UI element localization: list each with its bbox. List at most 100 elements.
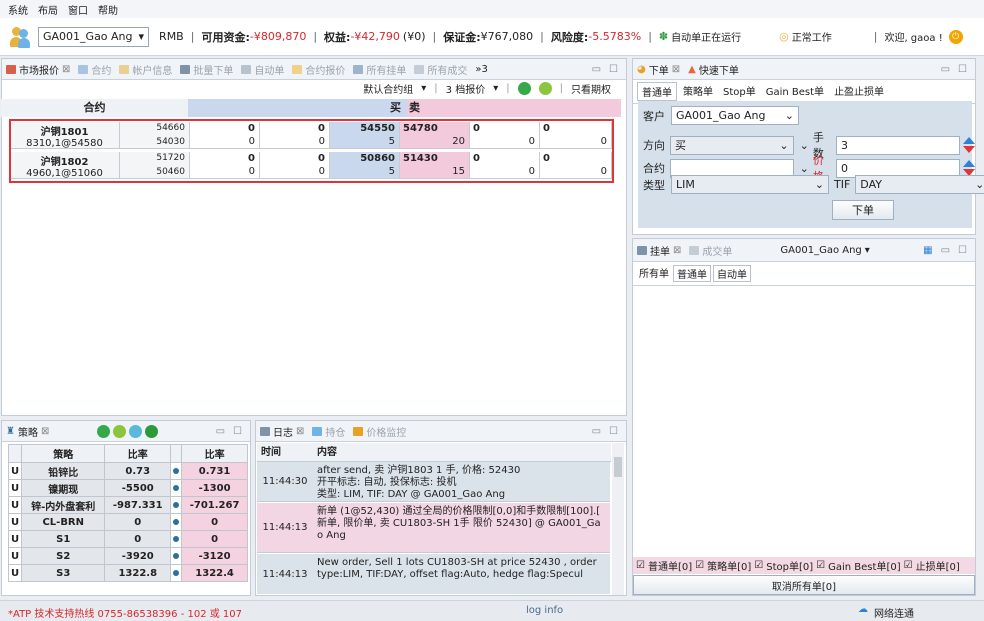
checkbox-icon[interactable]: ☑ xyxy=(904,560,913,571)
header-ratio: 比率 xyxy=(104,444,172,463)
checkbox-icon[interactable]: ☑ xyxy=(754,560,763,571)
start-icon[interactable] xyxy=(145,424,159,438)
chevron-down-icon: ⌄ xyxy=(784,109,794,122)
depth-select[interactable]: 3 档报价 xyxy=(446,81,486,96)
tab-pending[interactable]: 挂单 ⊠ xyxy=(637,243,681,258)
dot-icon xyxy=(170,462,183,480)
add-icon[interactable] xyxy=(517,82,531,95)
subtab-strategy[interactable]: 策略单 xyxy=(679,82,717,101)
dot-icon xyxy=(170,513,183,531)
menu-layout[interactable]: 布局 xyxy=(38,2,58,17)
tab-market-quote[interactable]: 市场报价 ⊠ xyxy=(6,62,70,77)
chevron-down-icon: ⌄ xyxy=(799,138,809,152)
maximize-icon[interactable]: ☐ xyxy=(958,245,967,256)
table-row[interactable]: U S1 0 0 xyxy=(7,530,248,548)
refresh-icon[interactable] xyxy=(129,424,143,438)
log-info-link[interactable]: log info xyxy=(526,605,563,616)
maximize-icon[interactable]: ☐ xyxy=(958,64,967,75)
tab-all-pending[interactable]: 所有挂单 xyxy=(353,62,406,77)
client-select[interactable]: GA001_Gao Ang ⌄ xyxy=(671,106,799,125)
account-select[interactable]: GA001_Gao Ang ▾ xyxy=(38,26,150,47)
tab-auto-order[interactable]: 自动单 xyxy=(241,62,284,77)
menu-window[interactable]: 窗口 xyxy=(68,2,88,17)
edit-icon[interactable] xyxy=(113,424,127,438)
dot-icon xyxy=(170,547,183,565)
type-select[interactable]: LIM ⌄ xyxy=(671,175,829,194)
tab-contract-quote[interactable]: 合约报价 xyxy=(292,62,345,77)
tab-filled[interactable]: 成交单 xyxy=(689,243,732,258)
chevron-down-icon[interactable]: ⌄ xyxy=(800,162,809,175)
tab-all-filled[interactable]: 所有成交 xyxy=(414,62,467,77)
selection-highlight xyxy=(9,119,614,183)
table-row[interactable]: U 锌-内外盘套利 -987.331 -701.267 xyxy=(7,496,248,514)
log-scrollbar[interactable] xyxy=(612,443,624,595)
group-select[interactable]: 默认合约组 xyxy=(363,81,413,96)
options-only-toggle[interactable]: 只看期权 xyxy=(571,81,611,96)
equity-value: -¥42,790 xyxy=(350,30,400,43)
market-toolbar: 默认合约组 ▾ | 3 档报价 ▾ | | 只看期权 xyxy=(363,81,611,96)
log-row[interactable]: 11:44:13 New order, Sell 1 lots CU1803-S… xyxy=(257,554,610,594)
chevron-down-icon: ⌄ xyxy=(975,178,984,191)
checkbox-icon[interactable]: ☑ xyxy=(636,560,645,571)
account-bar: GA001_Gao Ang ▾ RMB | 可用资金: -¥809,870 | … xyxy=(0,18,984,56)
checkbox-icon[interactable]: ☑ xyxy=(695,560,704,571)
header-contract: 合约 xyxy=(1,99,188,117)
tab-account-info[interactable]: 帐户信息 xyxy=(119,62,172,77)
order-form: 客户 GA001_Gao Ang⌄ 方向 买⌄ ⌄ 手数 3 合约 ⌄ 价格 0… xyxy=(638,101,984,228)
direction-label: 方向 xyxy=(643,139,665,152)
subtab-gain-best[interactable]: Gain Best单 xyxy=(762,82,828,101)
margin-value: ¥767,080 xyxy=(480,30,534,43)
price-stepper[interactable] xyxy=(962,160,975,176)
auto-running-text: 自动单正在运行 xyxy=(671,33,742,44)
tab-overflow[interactable]: »3 xyxy=(475,64,487,75)
log-row[interactable]: 11:44:30 after send, 卖 沪铜1803 1 手, 价格: 5… xyxy=(257,462,610,502)
subtab-all-orders[interactable]: 所有单 xyxy=(637,265,671,282)
minimize-icon[interactable]: ▭ xyxy=(941,245,950,256)
chevron-down-icon[interactable]: ▾ xyxy=(493,83,498,94)
tab-order[interactable]: ◕ 下单 ⊠ xyxy=(637,62,680,77)
menu-bar: 系统 布局 窗口 帮助 xyxy=(0,0,984,18)
tif-select[interactable]: DAY ⌄ xyxy=(855,175,984,194)
tab-strategy[interactable]: ♜ 策略 ⊠ xyxy=(6,424,49,439)
dot-icon xyxy=(170,496,183,514)
minimize-icon[interactable]: ▭ xyxy=(592,426,601,437)
table-row[interactable]: U 镍期现 -5500 -1300 xyxy=(7,479,248,497)
add-icon[interactable] xyxy=(97,424,111,438)
tab-position[interactable]: 持仓 xyxy=(312,424,345,439)
minimize-icon[interactable]: ▭ xyxy=(216,426,225,437)
subtab-take-profit[interactable]: 止盈止损单 xyxy=(830,82,888,101)
subtab-auto-orders[interactable]: 自动单 xyxy=(713,265,751,282)
cancel-all-button[interactable]: 取消所有单[0] xyxy=(633,575,975,595)
table-row[interactable]: U S2 -3920 -3120 xyxy=(7,547,248,565)
table-row[interactable]: U S3 1322.8 1322.4 xyxy=(7,564,248,582)
maximize-icon[interactable]: ☐ xyxy=(609,426,618,437)
subtab-normal-orders[interactable]: 普通单 xyxy=(673,265,711,282)
tab-quick-order[interactable]: ▲ 快速下单 xyxy=(688,62,739,77)
maximize-icon[interactable]: ☐ xyxy=(233,426,242,437)
pending-account-select[interactable]: GA001_Gao Ang ▾ xyxy=(780,245,869,256)
edit-icon[interactable] xyxy=(538,82,552,95)
minimize-icon[interactable]: ▭ xyxy=(592,64,601,75)
maximize-icon[interactable]: ☐ xyxy=(609,64,618,75)
tab-contract[interactable]: 合约 xyxy=(78,62,111,77)
dot-icon xyxy=(170,564,183,582)
table-row[interactable]: U 铅锌比 0.73 0.731 xyxy=(7,462,248,480)
tab-log[interactable]: 日志 ⊠ xyxy=(260,424,304,439)
chevron-down-icon: ⌄ xyxy=(779,138,789,152)
tab-price-monitor[interactable]: 价格监控 xyxy=(353,424,406,439)
chevron-down-icon: ⌄ xyxy=(814,178,824,191)
menu-help[interactable]: 帮助 xyxy=(98,2,118,17)
export-icon[interactable]: ▦ xyxy=(923,245,932,256)
checkbox-icon[interactable]: ☑ xyxy=(816,560,825,571)
submit-order-button[interactable]: 下单 xyxy=(832,200,894,220)
menu-system[interactable]: 系统 xyxy=(8,2,28,17)
chevron-down-icon[interactable]: ▾ xyxy=(421,83,426,94)
tab-batch-order[interactable]: 批量下单 xyxy=(180,62,233,77)
subtab-stop[interactable]: Stop单 xyxy=(719,82,760,101)
subtab-normal[interactable]: 普通单 xyxy=(637,82,677,101)
qty-stepper[interactable] xyxy=(962,137,975,153)
minimize-icon[interactable]: ▭ xyxy=(941,64,950,75)
table-row[interactable]: U CL-BRN 0 0 xyxy=(7,513,248,531)
power-icon[interactable]: ⏻ xyxy=(948,29,963,44)
log-row[interactable]: 11:44:13 新单 (1@52,430) 通过全局的价格限制[0,0]和手数… xyxy=(257,503,610,553)
